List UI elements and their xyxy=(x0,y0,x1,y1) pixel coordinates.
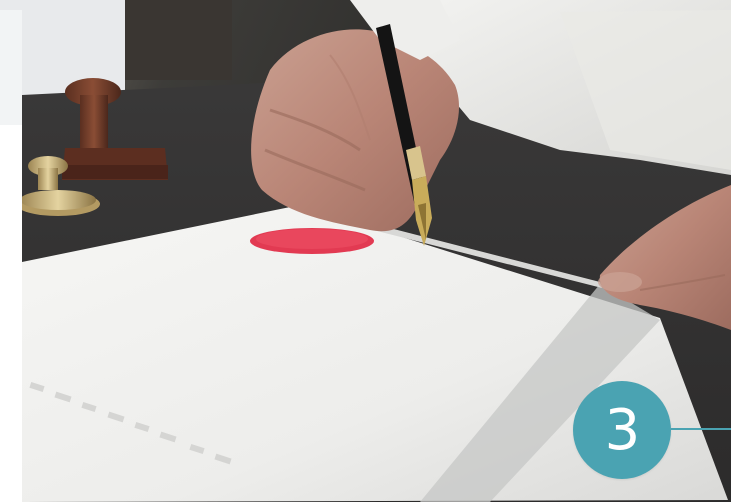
step-illustration: 3 xyxy=(0,0,731,502)
step-number-badge: 3 xyxy=(573,381,671,479)
step-number: 3 xyxy=(604,398,641,463)
step-connector-line xyxy=(671,428,731,430)
